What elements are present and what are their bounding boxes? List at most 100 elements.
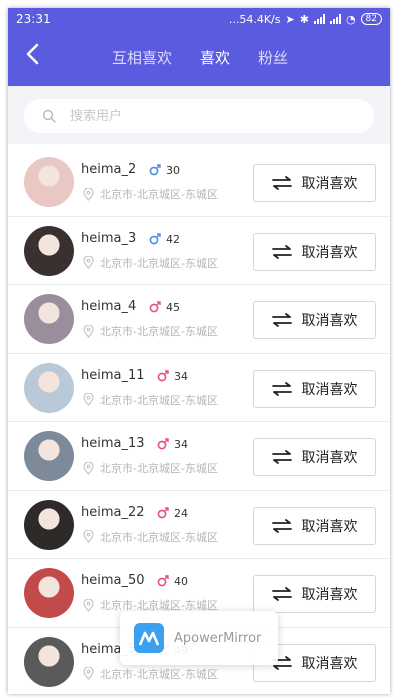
male-icon: [149, 164, 161, 176]
unlike-button-label: 取消喜欢: [301, 244, 358, 261]
tab-like[interactable]: 喜欢: [186, 44, 244, 72]
unlike-button[interactable]: 取消喜欢: [253, 301, 376, 339]
location-pin-icon: [83, 187, 94, 201]
status-bar: 23:31 ...54.4K/s ➤ ✱ ◔ 82: [8, 8, 390, 30]
location-pin-icon: [83, 530, 94, 543]
battery-icon: 82: [360, 13, 382, 25]
swap-icon: [271, 587, 292, 601]
location-pin-icon: [83, 324, 94, 338]
user-age: 24: [174, 506, 188, 520]
user-name: heima_50: [81, 573, 145, 588]
search-area: [8, 86, 390, 144]
user-age: 42: [166, 232, 180, 246]
user-location: 北京市-北京城区-东城区: [83, 460, 218, 476]
user-name: heima_2: [81, 162, 137, 177]
unlike-button[interactable]: 取消喜欢: [253, 369, 376, 408]
search-icon: [42, 109, 56, 123]
mirror-overlay[interactable]: ApowerMirror: [120, 611, 278, 665]
user-location: 北京市-北京城区-东城区: [83, 255, 218, 271]
swap-icon: [271, 381, 292, 396]
user-location-text: 北京市-北京城区-东城区: [100, 667, 218, 681]
swap-icon: [271, 518, 292, 533]
tab-mutual-like[interactable]: 互相喜欢: [98, 44, 186, 72]
user-location-text: 北京市-北京城区-东城区: [100, 530, 218, 544]
avatar[interactable]: [24, 636, 74, 687]
status-time: 23:31: [16, 12, 51, 26]
user-name: heima_11: [81, 367, 145, 383]
user-location-text: 北京市-北京城区-东城区: [100, 188, 218, 201]
user-row[interactable]: heima_2 30 北京市-北京城区-东城区 取消喜欢: [8, 148, 390, 217]
unlike-button-label: 取消喜欢: [301, 450, 358, 466]
signal-icon: [313, 14, 325, 24]
avatar[interactable]: [24, 362, 74, 413]
user-location-text: 北京市-北京城区-东城区: [100, 462, 218, 475]
location-pin-icon: [83, 461, 94, 475]
unlike-button[interactable]: 取消喜欢: [253, 232, 376, 271]
user-row[interactable]: heima_4 45 北京市-北京城区-东城区 取消喜欢: [8, 285, 390, 354]
swap-icon: [271, 450, 292, 464]
unlike-button-label: 取消喜欢: [301, 176, 358, 192]
user-age: 34: [174, 438, 188, 451]
user-row[interactable]: heima_13 34 北京市-北京城区-东城区 取消喜欢: [8, 422, 390, 491]
signal-icon-2: [329, 14, 341, 24]
location-arrow-icon: ➤: [285, 12, 295, 26]
user-location-text: 北京市-北京城区-东城区: [100, 325, 218, 338]
back-button[interactable]: [22, 42, 46, 66]
swap-icon: [271, 244, 292, 259]
avatar[interactable]: [24, 294, 74, 344]
avatar[interactable]: [24, 157, 74, 207]
location-pin-icon: [83, 256, 94, 269]
female-icon: [157, 369, 169, 381]
user-age: 30: [166, 164, 180, 177]
unlike-button-label: 取消喜欢: [301, 587, 358, 603]
user-name: heima_13: [81, 436, 145, 451]
chevron-left-icon: [26, 43, 39, 65]
unlike-button-label: 取消喜欢: [301, 381, 358, 398]
user-location-text: 北京市-北京城区-东城区: [100, 256, 218, 270]
unlike-button[interactable]: 取消喜欢: [253, 164, 376, 202]
user-row[interactable]: heima_22 24 北京市-北京城区-东城区 取消喜欢: [8, 490, 390, 559]
location-pin-icon: [83, 667, 94, 680]
user-location-text: 北京市-北京城区-东城区: [100, 393, 218, 407]
female-icon: [157, 506, 169, 518]
user-age: 45: [166, 301, 180, 314]
swap-icon: [271, 176, 292, 190]
user-name: heima_4: [81, 299, 137, 314]
unlike-button[interactable]: 取消喜欢: [253, 575, 376, 613]
avatar[interactable]: [24, 499, 74, 550]
user-row[interactable]: heima_11 34 北京市-北京城区-东城区 取消喜欢: [8, 353, 390, 422]
apowermirror-logo-icon: [134, 623, 164, 653]
unlike-button[interactable]: 取消喜欢: [253, 506, 376, 545]
avatar[interactable]: [24, 225, 74, 276]
unlike-button-label: 取消喜欢: [301, 518, 358, 535]
unlike-button-label: 取消喜欢: [301, 655, 358, 672]
female-icon: [149, 301, 161, 313]
top-bar: 23:31 ...54.4K/s ➤ ✱ ◔ 82 互相喜欢 喜欢 粉丝: [8, 8, 390, 86]
user-age: 34: [174, 369, 188, 383]
status-right: ...54.4K/s ➤ ✱ ◔ 82: [229, 13, 382, 26]
location-pin-icon: [83, 393, 94, 406]
user-age: 40: [174, 575, 188, 588]
app-header: 互相喜欢 喜欢 粉丝: [8, 30, 390, 86]
user-row[interactable]: heima_3 42 北京市-北京城区-东城区 取消喜欢: [8, 216, 390, 285]
search-box[interactable]: [24, 99, 374, 133]
female-icon: [157, 575, 169, 587]
overlay-label: ApowerMirror: [174, 630, 262, 646]
user-location: 北京市-北京城区-东城区: [83, 186, 218, 202]
user-location: 北京市-北京城区-东城区: [83, 323, 218, 339]
unlike-button[interactable]: 取消喜欢: [253, 438, 376, 476]
male-icon: [149, 232, 161, 244]
search-input[interactable]: [70, 108, 310, 124]
phone-screen: 23:31 ...54.4K/s ➤ ✱ ◔ 82 互相喜欢 喜欢 粉丝 搜索用…: [8, 8, 390, 694]
user-location: 北京市-北京城区-东城区: [83, 666, 218, 682]
user-location: 北京市-北京城区-东城区: [83, 392, 218, 408]
location-pin-icon: [83, 598, 94, 612]
tab-bar: 互相喜欢 喜欢 粉丝: [98, 44, 302, 72]
tab-fans[interactable]: 粉丝: [244, 44, 302, 72]
avatar[interactable]: [24, 431, 74, 481]
swap-icon: [271, 313, 292, 327]
user-name: heima_22: [81, 504, 145, 520]
bluetooth-icon: ✱: [299, 12, 309, 26]
avatar[interactable]: [24, 568, 74, 618]
unlike-button-label: 取消喜欢: [301, 313, 358, 329]
